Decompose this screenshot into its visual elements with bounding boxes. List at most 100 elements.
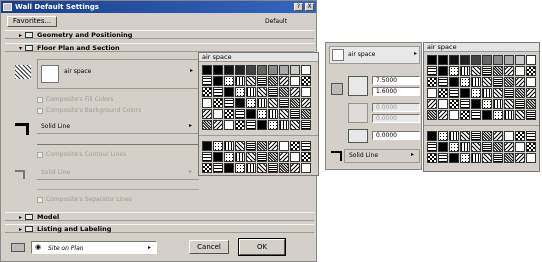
fill-swatch-cell[interactable] [290, 152, 300, 162]
fill-swatch-cell[interactable] [279, 65, 289, 75]
section-floor-plan[interactable]: ▾ Floor Plan and Section [5, 43, 314, 52]
fill-swatch-cell[interactable] [235, 87, 245, 97]
section-model[interactable]: ▸ Model [5, 212, 314, 221]
fill-swatch-cell[interactable] [460, 99, 470, 109]
fill-swatch-cell[interactable] [482, 99, 492, 109]
line-type-picker[interactable]: Solid Line ▸ [344, 149, 420, 163]
fill-swatch-cell[interactable] [515, 110, 525, 120]
help-button[interactable]: ? [294, 3, 303, 11]
fill-swatch-cell[interactable] [482, 110, 492, 120]
fill-swatch-cell[interactable] [493, 77, 503, 87]
fill-swatch-cell[interactable] [504, 66, 514, 76]
fill-swatch-cell[interactable] [224, 141, 234, 151]
fill-swatch-cell[interactable] [526, 142, 536, 152]
fill-swatch-cell[interactable] [202, 163, 212, 173]
fill-swatch-cell[interactable] [279, 109, 289, 119]
fill-swatch-cell[interactable] [290, 120, 300, 130]
fill-swatch-cell[interactable] [224, 65, 234, 75]
expand-arrow-icon[interactable]: ▸ [19, 225, 22, 234]
fill-swatch-cell[interactable] [213, 141, 223, 151]
fill-swatch-cell[interactable] [449, 131, 459, 141]
fill-swatch-cell[interactable] [504, 131, 514, 141]
fill-swatch-cell[interactable] [279, 163, 289, 173]
fill-swatch-cell[interactable] [268, 65, 278, 75]
fill-swatch-cell[interactable] [301, 152, 311, 162]
fill-swatch-cell[interactable] [257, 109, 267, 119]
offset-field[interactable]: 0.0000 [372, 131, 420, 140]
bg-colors-option[interactable]: Composite's Background Colors [37, 107, 141, 114]
fill-swatch-cell[interactable] [246, 120, 256, 130]
fill-swatch-cell[interactable] [427, 110, 437, 120]
fill-swatch-cell[interactable] [493, 66, 503, 76]
fill-swatch-cell[interactable] [449, 99, 459, 109]
fill-swatch-cell[interactable] [504, 77, 514, 87]
fill-swatch-cell[interactable] [438, 55, 448, 65]
fill-swatch-cell[interactable] [460, 153, 470, 163]
fill-swatch-cell[interactable] [482, 153, 492, 163]
contour-lines-checkbox[interactable] [37, 152, 43, 158]
fill-swatch-cell[interactable] [235, 98, 245, 108]
fill-swatch-cell[interactable] [515, 55, 525, 65]
fill-swatch-cell[interactable] [235, 76, 245, 86]
bg-colors-checkbox[interactable] [37, 108, 43, 114]
fill-swatch-cell[interactable] [471, 55, 481, 65]
fill-swatch-cell[interactable] [449, 66, 459, 76]
fill-swatch-cell[interactable] [202, 120, 212, 130]
fill-swatch-cell[interactable] [438, 153, 448, 163]
fill-swatch-cell[interactable] [235, 163, 245, 173]
fill-swatch-cell[interactable] [493, 153, 503, 163]
fill-swatch-cell[interactable] [471, 88, 481, 98]
spacing-x-field[interactable]: 7.5000 [372, 76, 420, 85]
fill-swatch-cell[interactable] [224, 152, 234, 162]
fill-swatch-cell[interactable] [268, 87, 278, 97]
fill-swatch-cell[interactable] [279, 152, 289, 162]
fill-swatch-cell[interactable] [526, 153, 536, 163]
fill-swatch-cell[interactable] [257, 163, 267, 173]
fill-swatch-cell[interactable] [257, 98, 267, 108]
fill-swatch-cell[interactable] [427, 153, 437, 163]
fill-swatch-cell[interactable] [471, 142, 481, 152]
fill-swatch-cell[interactable] [493, 99, 503, 109]
fill-swatch-cell[interactable] [526, 66, 536, 76]
fill-swatch-cell[interactable] [246, 65, 256, 75]
fill-swatch-cell[interactable] [438, 88, 448, 98]
fill-swatch-cell[interactable] [460, 66, 470, 76]
fill-swatch-cell[interactable] [202, 87, 212, 97]
fill-swatch-cell[interactable] [224, 87, 234, 97]
fill-swatch-cell[interactable] [504, 55, 514, 65]
layer-select[interactable]: ◉ Site on Plan ▸ [31, 241, 157, 254]
fill-swatch-cell[interactable] [257, 65, 267, 75]
section-listing[interactable]: ▸ Listing and Labeling [5, 224, 314, 233]
fill-swatch-cell[interactable] [301, 163, 311, 173]
fill-swatch-cell[interactable] [268, 76, 278, 86]
spacing-y-field[interactable]: 1.6000 [372, 87, 420, 96]
fill-swatch-cell[interactable] [257, 141, 267, 151]
fill-swatch-cell[interactable] [257, 120, 267, 130]
fill-swatch-cell[interactable] [235, 120, 245, 130]
separator-lines-option[interactable]: Composite's Separator Lines [37, 196, 132, 203]
fill-swatch-cell[interactable] [460, 142, 470, 152]
fill-swatch-cell[interactable] [482, 66, 492, 76]
fill-swatch-cell[interactable] [460, 131, 470, 141]
fill-swatch-cell[interactable] [202, 152, 212, 162]
fill-swatch-cell[interactable] [301, 65, 311, 75]
fill-swatch-cell[interactable] [290, 87, 300, 97]
fill-swatch-cell[interactable] [438, 110, 448, 120]
fill-swatch-cell[interactable] [438, 131, 448, 141]
ok-button[interactable]: OK [238, 238, 286, 256]
collapse-arrow-icon[interactable]: ▾ [19, 44, 22, 53]
fill-swatch-cell[interactable] [471, 99, 481, 109]
fill-swatch-cell[interactable] [268, 152, 278, 162]
fill-swatch-cell[interactable] [427, 99, 437, 109]
fill-swatch-cell[interactable] [301, 76, 311, 86]
fill-swatch-cell[interactable] [449, 88, 459, 98]
fill-swatch-cell[interactable] [471, 77, 481, 87]
fill-picker-right[interactable]: air space ▸ [329, 46, 420, 64]
fill-swatch-cell[interactable] [471, 66, 481, 76]
fill-swatch-cell[interactable] [213, 152, 223, 162]
fill-swatch-cell[interactable] [449, 110, 459, 120]
fill-swatch-cell[interactable] [515, 88, 525, 98]
fill-swatch-cell[interactable] [235, 152, 245, 162]
fill-swatch-cell[interactable] [213, 120, 223, 130]
fill-swatch-cell[interactable] [493, 55, 503, 65]
